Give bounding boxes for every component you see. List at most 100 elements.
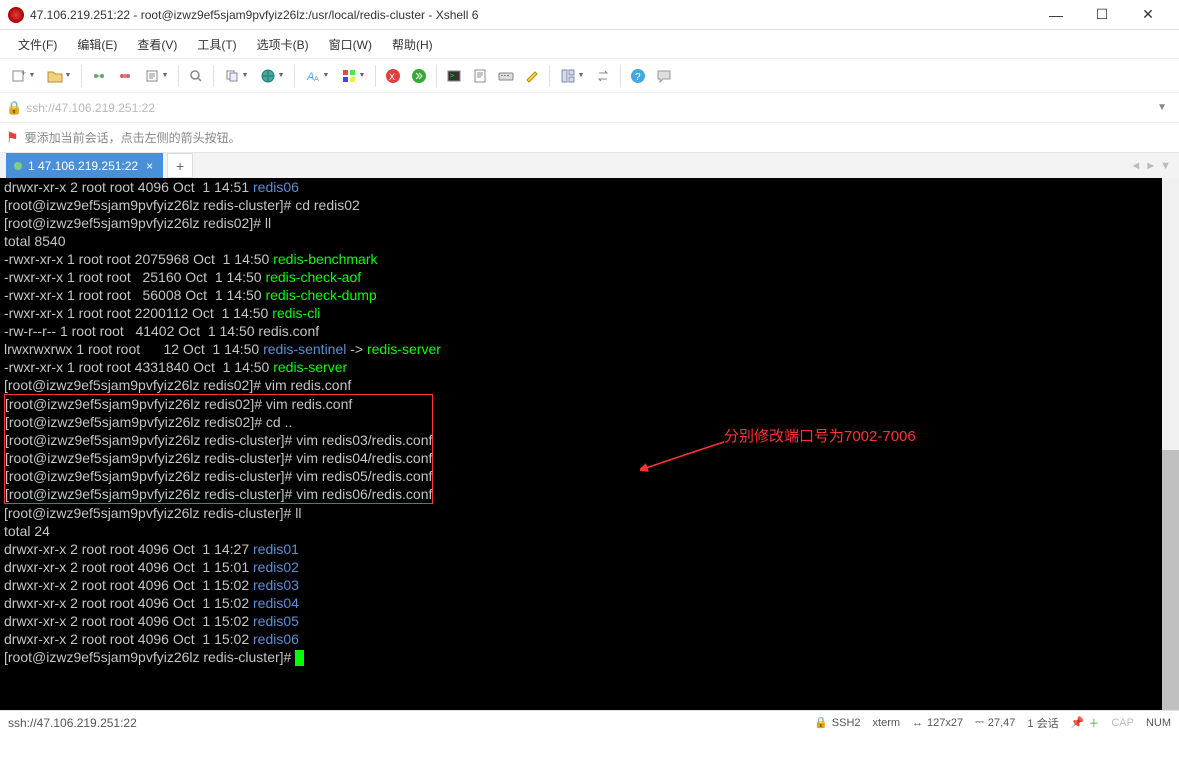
disconnect-button[interactable] [113, 64, 137, 88]
terminal-line: [root@izwz9ef5sjam9pvfyiz26lz redis02]# … [4, 376, 1175, 394]
terminal-line: -rw-r--r-- 1 root root 41402 Oct 1 14:50… [4, 322, 1175, 340]
annotation-text: 分别修改端口号为7002-7006 [724, 428, 916, 446]
plus-icon[interactable]: ＋ [1088, 715, 1099, 731]
open-folder-button[interactable]: ▼ [42, 64, 76, 88]
app-icon [8, 7, 24, 23]
terminal-line: total 24 [4, 522, 1175, 540]
status-cap: CAP [1111, 717, 1134, 729]
menu-view[interactable]: 查看(V) [127, 32, 187, 57]
font-button[interactable]: AA▼ [300, 64, 334, 88]
terminal-line: drwxr-xr-x 2 root root 4096 Oct 1 15:02 … [4, 576, 1175, 594]
tab-nav-menu-icon[interactable]: ▼ [1160, 160, 1171, 172]
terminal-line: [root@izwz9ef5sjam9pvfyiz26lz redis02]# … [5, 395, 432, 413]
menu-file[interactable]: 文件(F) [8, 32, 67, 57]
titlebar: 47.106.219.251:22 - root@izwz9ef5sjam9pv… [0, 0, 1179, 30]
hint-text: 要添加当前会话，点击左侧的箭头按钮。 [25, 129, 241, 146]
toolbar: +▼ ▼ ▼ ▼ ▼ AA▼ ▼ X > ▼ ? [0, 58, 1179, 92]
hintbar: ⚑ 要添加当前会话，点击左侧的箭头按钮。 [0, 122, 1179, 152]
tab-close-button[interactable]: × [144, 159, 155, 173]
scrollbar-thumb[interactable] [1162, 450, 1179, 710]
keyboard-icon[interactable] [494, 64, 518, 88]
color-button[interactable]: ▼ [336, 64, 370, 88]
status-ssh: SSH2 [832, 717, 861, 729]
svg-text:X: X [389, 72, 395, 82]
svg-text:?: ? [635, 72, 641, 83]
svg-text:A: A [314, 76, 319, 83]
addressbar: 🔒 ssh://47.106.219.251:22 ▼ [0, 92, 1179, 122]
statusbar: ssh://47.106.219.251:22 🔒SSH2 xterm ↔ 12… [0, 710, 1179, 734]
terminal-prompt: [root@izwz9ef5sjam9pvfyiz26lz redis-clus… [4, 648, 1175, 666]
menu-tools[interactable]: 工具(T) [187, 32, 246, 57]
status-session: 1 会话 [1027, 715, 1058, 731]
terminal-icon[interactable]: > [442, 64, 466, 88]
terminal-line: drwxr-xr-x 2 root root 4096 Oct 1 14:27 … [4, 540, 1175, 558]
status-lock-icon: 🔒 [814, 716, 828, 729]
terminal-line: [root@izwz9ef5sjam9pvfyiz26lz redis-clus… [4, 504, 1175, 522]
address-text[interactable]: ssh://47.106.219.251:22 [26, 101, 1147, 115]
status-dot-icon [14, 162, 22, 170]
window-title: 47.106.219.251:22 - root@izwz9ef5sjam9pv… [30, 8, 1033, 22]
copy-button[interactable]: ▼ [219, 64, 253, 88]
terminal-line: drwxr-xr-x 2 root root 4096 Oct 1 15:02 … [4, 630, 1175, 648]
terminal-line: [root@izwz9ef5sjam9pvfyiz26lz redis-clus… [5, 449, 432, 467]
terminal-line: [root@izwz9ef5sjam9pvfyiz26lz redis-clus… [5, 485, 432, 503]
flag-icon[interactable]: ⚑ [6, 129, 19, 146]
menu-help[interactable]: 帮助(H) [382, 32, 443, 57]
status-term: xterm [873, 717, 901, 729]
terminal-line: drwxr-xr-x 2 root root 4096 Oct 1 14:51 … [4, 178, 1175, 196]
search-button[interactable] [184, 64, 208, 88]
xshell-icon[interactable]: X [381, 64, 405, 88]
tab-add-button[interactable]: + [167, 153, 193, 178]
layout-button[interactable]: ▼ [555, 64, 589, 88]
status-size: 127x27 [927, 717, 963, 729]
status-address: ssh://47.106.219.251:22 [8, 716, 802, 730]
terminal-line: [root@izwz9ef5sjam9pvfyiz26lz redis02]# … [4, 214, 1175, 232]
scrollbar[interactable] [1162, 178, 1179, 710]
terminal-line: -rwxr-xr-x 1 root root 2075968 Oct 1 14:… [4, 250, 1175, 268]
terminal-line: -rwxr-xr-x 1 root root 4331840 Oct 1 14:… [4, 358, 1175, 376]
close-button[interactable]: ✕ [1125, 0, 1171, 30]
status-num: NUM [1146, 717, 1171, 729]
minimize-button[interactable]: — [1033, 0, 1079, 30]
terminal-line: [root@izwz9ef5sjam9pvfyiz26lz redis-clus… [4, 196, 1175, 214]
tabbar: 1 47.106.219.251:22 × + ◄ ► ▼ [0, 152, 1179, 178]
script-icon[interactable] [468, 64, 492, 88]
highlight-icon[interactable] [520, 64, 544, 88]
menu-edit[interactable]: 编辑(E) [67, 32, 127, 57]
tab-label: 1 47.106.219.251:22 [28, 159, 138, 173]
terminal-line: [root@izwz9ef5sjam9pvfyiz26lz redis-clus… [5, 467, 432, 485]
chat-button[interactable] [652, 64, 676, 88]
terminal-line: [root@izwz9ef5sjam9pvfyiz26lz redis02]# … [5, 413, 432, 431]
highlighted-commands-box: [root@izwz9ef5sjam9pvfyiz26lz redis02]# … [4, 394, 433, 504]
tab-nav-right-icon[interactable]: ► [1145, 160, 1156, 172]
cursor [295, 650, 304, 666]
terminal-line: total 8540 [4, 232, 1175, 250]
terminal-line: -rwxr-xr-x 1 root root 56008 Oct 1 14:50… [4, 286, 1175, 304]
svg-text:>: > [450, 73, 454, 80]
svg-text:+: + [21, 68, 26, 78]
pin-icon[interactable]: 📌 [1071, 716, 1085, 729]
menubar: 文件(F) 编辑(E) 查看(V) 工具(T) 选项卡(B) 窗口(W) 帮助(… [0, 30, 1179, 58]
help-button[interactable]: ? [626, 64, 650, 88]
terminal-line: drwxr-xr-x 2 root root 4096 Oct 1 15:02 … [4, 594, 1175, 612]
tab-nav-left-icon[interactable]: ◄ [1130, 160, 1141, 172]
exchange-button[interactable] [591, 64, 615, 88]
new-session-button[interactable]: +▼ [6, 64, 40, 88]
terminal-line: [root@izwz9ef5sjam9pvfyiz26lz redis-clus… [5, 431, 432, 449]
xftp-icon[interactable] [407, 64, 431, 88]
globe-button[interactable]: ▼ [255, 64, 289, 88]
terminal-line: -rwxr-xr-x 1 root root 25160 Oct 1 14:50… [4, 268, 1175, 286]
reconnect-button[interactable] [87, 64, 111, 88]
terminal-line: drwxr-xr-x 2 root root 4096 Oct 1 15:01 … [4, 558, 1175, 576]
properties-button[interactable]: ▼ [139, 64, 173, 88]
address-dropdown-icon[interactable]: ▼ [1151, 102, 1173, 113]
menu-window[interactable]: 窗口(W) [319, 32, 382, 57]
terminal-line: -rwxr-xr-x 1 root root 2200112 Oct 1 14:… [4, 304, 1175, 322]
terminal-line: drwxr-xr-x 2 root root 4096 Oct 1 15:02 … [4, 612, 1175, 630]
menu-tabs[interactable]: 选项卡(B) [247, 32, 319, 57]
terminal[interactable]: drwxr-xr-x 2 root root 4096 Oct 1 14:51 … [0, 178, 1179, 710]
status-pos: 27,47 [988, 717, 1016, 729]
maximize-button[interactable]: ☐ [1079, 0, 1125, 30]
lock-icon: 🔒 [6, 100, 22, 116]
session-tab[interactable]: 1 47.106.219.251:22 × [6, 153, 163, 178]
